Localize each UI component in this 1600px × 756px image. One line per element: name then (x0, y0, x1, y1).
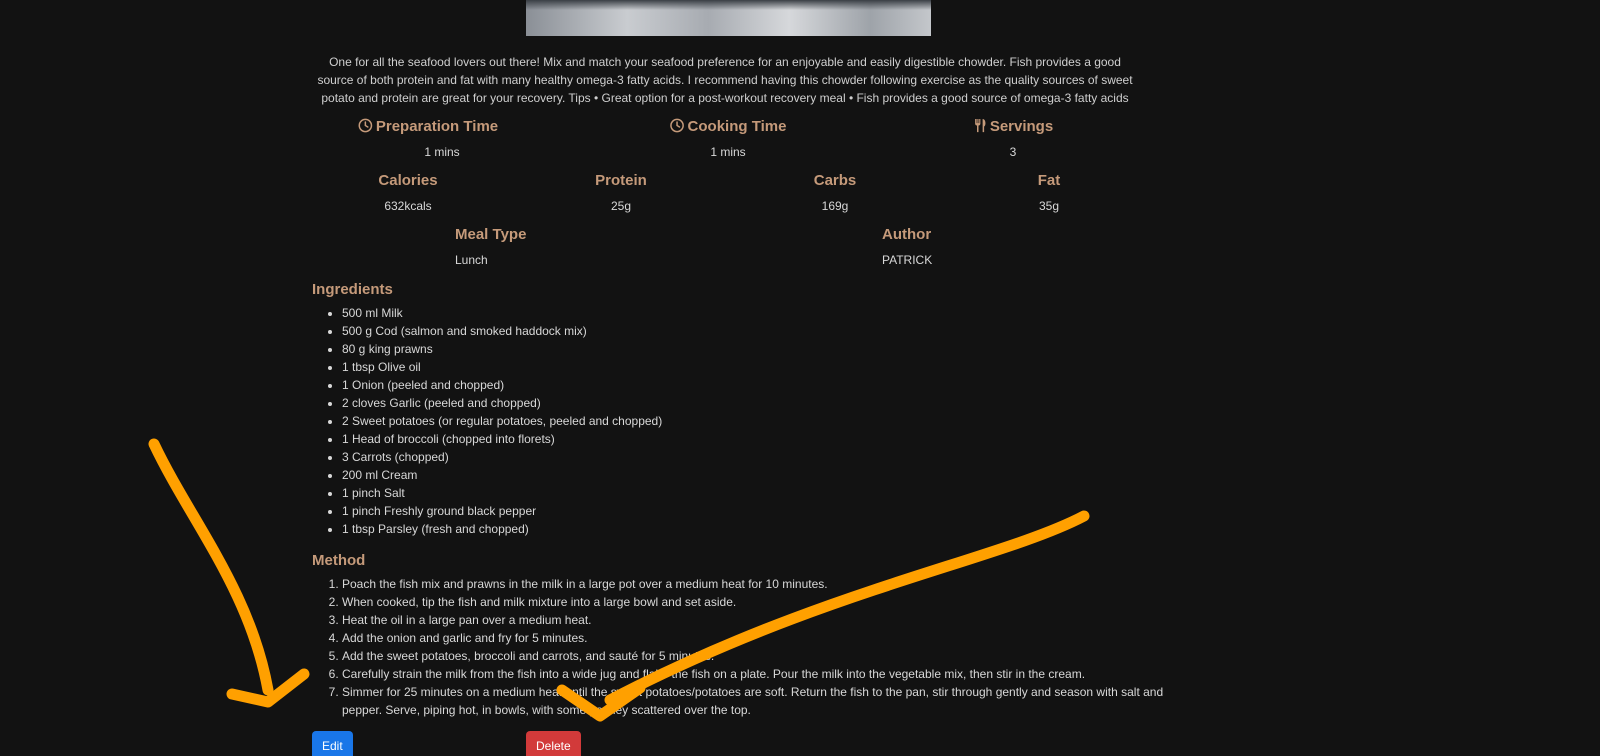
calories-label: Calories (378, 172, 438, 189)
list-item: Carefully strain the milk from the fish … (342, 665, 1172, 683)
list-item: Heat the oil in a large pan over a mediu… (342, 611, 1172, 629)
list-item: 500 g Cod (salmon and smoked haddock mix… (342, 322, 942, 340)
list-item: 1 Onion (peeled and chopped) (342, 376, 942, 394)
image-shadow (526, 0, 931, 10)
list-item: 2 cloves Garlic (peeled and chopped) (342, 394, 942, 412)
ingredients-heading: Ingredients (312, 281, 393, 298)
list-item: 1 pinch Salt (342, 484, 942, 502)
list-item: Poach the fish mix and prawns in the mil… (342, 575, 1172, 593)
recipe-description: One for all the seafood lovers out there… (317, 55, 1133, 105)
list-item: Add the sweet potatoes, broccoli and car… (342, 647, 1172, 665)
cook-time-label: Cooking Time (670, 118, 787, 137)
list-item: 1 Head of broccoli (chopped into florets… (342, 430, 942, 448)
edit-button[interactable]: Edit (312, 731, 353, 756)
carbs-value: 169g (821, 199, 849, 213)
list-item: 2 Sweet potatoes (or regular potatoes, p… (342, 412, 942, 430)
servings-value: 3 (1009, 145, 1017, 159)
prep-time-label: Preparation Time (358, 118, 498, 137)
protein-label: Protein (595, 172, 647, 189)
recipe-image (526, 0, 931, 36)
servings-label: Servings (973, 118, 1053, 137)
list-item: When cooked, tip the fish and milk mixtu… (342, 593, 1172, 611)
delete-button[interactable]: Delete (526, 731, 581, 756)
protein-value: 25g (610, 199, 632, 213)
cook-time-value: 1 mins (710, 145, 746, 159)
utensils-icon (973, 118, 987, 137)
author-label: Author (882, 226, 932, 243)
fat-label: Fat (1037, 172, 1061, 189)
servings-label-text: Servings (989, 118, 1054, 135)
method-heading: Method (312, 552, 366, 569)
calories-value: 632kcals (384, 199, 432, 213)
list-item: 1 pinch Freshly ground black pepper (342, 502, 942, 520)
clock-icon (358, 118, 373, 137)
method-list: Poach the fish mix and prawns in the mil… (312, 575, 1172, 719)
fat-value: 35g (1038, 199, 1060, 213)
annotation-arrow-left (148, 438, 310, 708)
meal-type-value: Lunch (455, 253, 488, 267)
list-item: 80 g king prawns (342, 340, 942, 358)
list-item: 3 Carrots (chopped) (342, 448, 942, 466)
prep-time-label-text: Preparation Time (375, 118, 499, 135)
list-item: Simmer for 25 minutes on a medium heat u… (342, 683, 1172, 719)
meal-type-label: Meal Type (455, 226, 527, 243)
author-value: PATRICK (882, 253, 933, 267)
list-item: 1 tbsp Olive oil (342, 358, 942, 376)
list-item: 200 ml Cream (342, 466, 942, 484)
cook-time-label-text: Cooking Time (687, 118, 787, 135)
list-item: 500 ml Milk (342, 304, 942, 322)
clock-icon (670, 118, 685, 137)
recipe-page: One for all the seafood lovers out there… (0, 0, 1600, 756)
list-item: Add the onion and garlic and fry for 5 m… (342, 629, 1172, 647)
ingredients-list: 500 ml Milk 500 g Cod (salmon and smoked… (312, 304, 942, 538)
prep-time-value: 1 mins (424, 145, 460, 159)
carbs-label: Carbs (813, 172, 857, 189)
list-item: 1 tbsp Parsley (fresh and chopped) (342, 520, 942, 538)
